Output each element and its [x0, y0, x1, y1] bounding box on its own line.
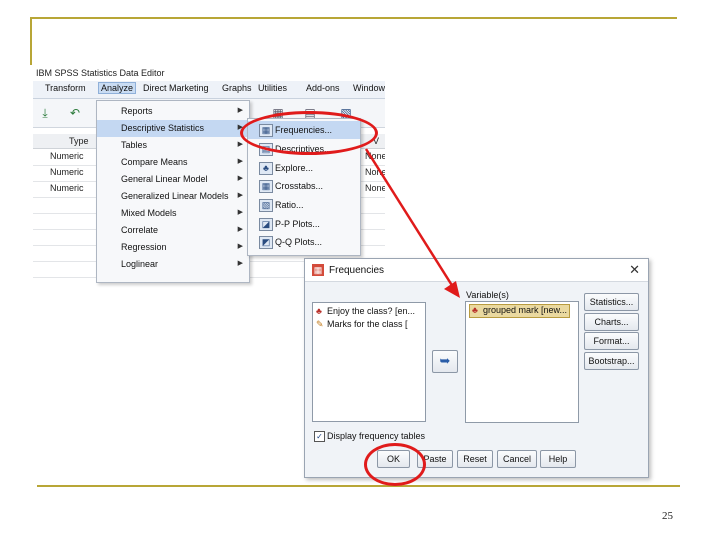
statistics-button[interactable]: Statistics...	[584, 293, 639, 311]
menu-item-qq-plots[interactable]: ◩ Q-Q Plots...	[248, 233, 360, 251]
submenu-arrow-icon: ▶	[237, 175, 243, 182]
menu-item-regression[interactable]: Regression ▶	[97, 239, 249, 256]
menu-item-label: P-P Plots...	[275, 219, 320, 229]
menu-item-label: Descriptive Statistics	[121, 123, 205, 133]
cell-right[interactable]: None	[365, 151, 385, 161]
nominal-variable-icon: ♣	[316, 306, 322, 316]
left-rule	[30, 17, 32, 65]
menu-item-label: Tables	[121, 140, 148, 150]
help-button[interactable]: Help	[540, 450, 576, 468]
menu-item-label: Q-Q Plots...	[275, 237, 323, 247]
page-number: 25	[662, 510, 673, 522]
dialog-title: Frequencies	[329, 265, 385, 276]
cell-type[interactable]: Numeric	[50, 167, 84, 177]
submenu-arrow-icon: ▶	[237, 226, 243, 233]
list-item-label: Marks for the class [	[327, 319, 408, 329]
bootstrap-button[interactable]: Bootstrap...	[584, 352, 639, 370]
frequencies-highlight-oval	[240, 111, 378, 155]
cancel-button[interactable]: Cancel	[497, 450, 537, 468]
menu-item-ratio[interactable]: ▧ Ratio...	[248, 196, 360, 214]
checkbox-label: Display frequency tables	[327, 431, 426, 441]
submenu-arrow-icon: ▶	[237, 209, 243, 216]
menu-item-pp-plots[interactable]: ◪ P-P Plots...	[248, 215, 360, 233]
submenu-arrow-icon: ▶	[237, 107, 243, 114]
menu-item-reports[interactable]: Reports ▶	[97, 103, 249, 120]
submenu-arrow-icon: ▶	[237, 158, 243, 165]
menu-transform[interactable]: Transform	[45, 83, 86, 93]
submenu-arrow-icon: ▶	[237, 141, 243, 148]
menu-item-label: Reports	[121, 106, 153, 116]
menu-item-compare-means[interactable]: Compare Means ▶	[97, 154, 249, 171]
reset-button[interactable]: Reset	[457, 450, 493, 468]
bottom-rule	[37, 485, 680, 487]
submenu-arrow-icon: ▶	[237, 260, 243, 267]
menu-item-label: Regression	[121, 242, 167, 252]
variables-label: Variable(s)	[466, 290, 509, 300]
menu-analyze[interactable]: Analyze	[98, 82, 137, 94]
menu-item-label: Compare Means	[121, 157, 188, 167]
menu-item-label: General Linear Model	[121, 174, 208, 184]
menu-direct-marketing[interactable]: Direct Marketing	[143, 83, 209, 93]
list-item-label: grouped mark [new...	[483, 305, 568, 315]
crosstabs-icon: ▦	[259, 180, 273, 193]
move-variable-button[interactable]: ➥	[432, 350, 458, 373]
menu-item-generalized-linear-models[interactable]: Generalized Linear Models ▶	[97, 188, 249, 205]
cell-right[interactable]: None	[365, 167, 385, 177]
explore-icon: ♣	[259, 162, 273, 175]
menu-item-label: Mixed Models	[121, 208, 177, 218]
cell-right[interactable]: None	[365, 183, 385, 193]
menu-item-label: Explore...	[275, 163, 314, 173]
close-icon[interactable]: ✕	[629, 262, 640, 278]
analyze-menu: Reports ▶ Descriptive Statistics ▶ Table…	[96, 100, 250, 283]
menu-add-ons[interactable]: Add-ons	[306, 83, 340, 93]
window-title: IBM SPSS Statistics Data Editor	[36, 68, 165, 78]
dialog-titlebar: ▦ Frequencies ✕	[305, 259, 648, 282]
list-item[interactable]: ✎ Marks for the class [	[316, 319, 408, 331]
cell-type[interactable]: Numeric	[50, 151, 84, 161]
menu-graphs[interactable]: Graphs	[222, 83, 252, 93]
charts-button[interactable]: Charts...	[584, 313, 639, 331]
undo-icon[interactable]: ↶	[66, 104, 84, 122]
ratio-icon: ▧	[259, 199, 273, 212]
nominal-variable-icon: ♣	[472, 305, 478, 315]
source-variable-list[interactable]: ♣ Enjoy the class? [en... ✎ Marks for the …	[312, 302, 426, 422]
import-icon[interactable]: ⤓	[36, 104, 54, 122]
list-item[interactable]: ♣ Enjoy the class? [en...	[316, 306, 415, 318]
menu-item-general-linear-model[interactable]: General Linear Model ▶	[97, 171, 249, 188]
selected-variables-list[interactable]: ♣ grouped mark [new...	[465, 301, 579, 423]
pp-plot-icon: ◪	[259, 218, 273, 231]
menu-item-correlate[interactable]: Correlate ▶	[97, 222, 249, 239]
menu-item-loglinear[interactable]: Loglinear ▶	[97, 256, 249, 273]
menu-item-explore[interactable]: ♣ Explore...	[248, 159, 360, 177]
display-frequency-tables-checkbox[interactable]: ✓	[314, 431, 325, 442]
menu-bar: Transform Analyze Direct Marketing Graph…	[33, 81, 385, 99]
cell-type[interactable]: Numeric	[50, 183, 84, 193]
ok-highlight-oval	[364, 443, 426, 486]
menu-item-mixed-models[interactable]: Mixed Models ▶	[97, 205, 249, 222]
menu-utilities[interactable]: Utilities	[258, 83, 287, 93]
frequencies-dialog-icon: ▦	[312, 264, 324, 276]
menu-item-tables[interactable]: Tables ▶	[97, 137, 249, 154]
scale-variable-icon: ✎	[316, 319, 324, 329]
list-item-label: Enjoy the class? [en...	[327, 306, 416, 316]
menu-item-label: Correlate	[121, 225, 159, 235]
qq-plot-icon: ◩	[259, 236, 273, 249]
format-button[interactable]: Format...	[584, 332, 639, 350]
list-item[interactable]: ♣ grouped mark [new...	[469, 304, 571, 318]
menu-item-label: Generalized Linear Models	[121, 191, 229, 201]
menu-item-label: Ratio...	[275, 200, 304, 210]
menu-item-crosstabs[interactable]: ▦ Crosstabs...	[248, 177, 360, 195]
menu-item-descriptive-statistics[interactable]: Descriptive Statistics ▶	[97, 120, 249, 137]
menu-item-label: Crosstabs...	[275, 181, 324, 191]
column-header-type: Type	[69, 136, 89, 146]
menu-item-label: Loglinear	[121, 259, 159, 269]
submenu-arrow-icon: ▶	[237, 192, 243, 199]
top-rule	[30, 17, 677, 19]
submenu-arrow-icon: ▶	[237, 243, 243, 250]
menu-window[interactable]: Window	[353, 83, 385, 93]
